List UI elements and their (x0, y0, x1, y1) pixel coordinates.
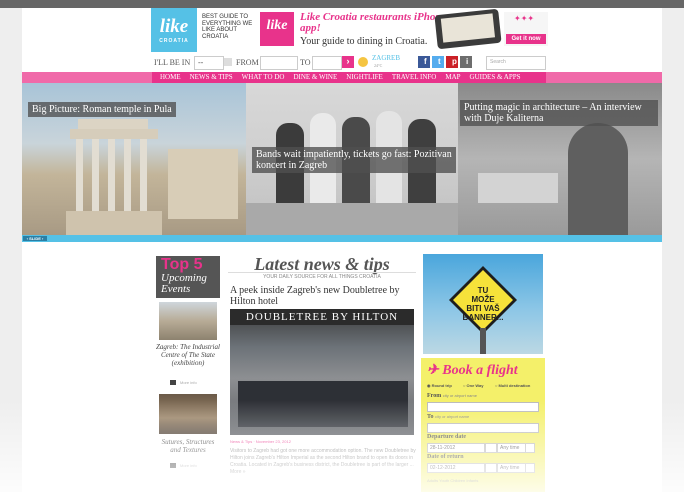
event-image-2[interactable] (159, 394, 217, 434)
facebook-icon[interactable]: f (418, 56, 430, 68)
ad-line-2: MOŽE (471, 295, 495, 304)
nav-item-dine-wine[interactable]: DINE & WINE (293, 72, 337, 83)
event-meta-2[interactable]: More info (180, 463, 197, 468)
hero-caption-3[interactable]: Putting magic in architecture – An inter… (460, 100, 658, 126)
latest-news-subheading: YOUR DAILY SOURCE FOR ALL THINGS CROATIA (228, 272, 416, 280)
sign-pole (480, 328, 486, 354)
departure-label: Departure date (427, 434, 467, 440)
departure-date-input[interactable]: 28-11-2012 (427, 443, 485, 453)
calendar-icon (170, 463, 176, 468)
get-it-button[interactable]: Get it now (506, 34, 546, 44)
nav-item-home[interactable]: HOME (160, 72, 181, 83)
banner-subtitle: Your guide to dining in Croatia. (300, 36, 428, 47)
top-shadow (0, 0, 684, 8)
site-tagline: BEST GUIDE TO EVERYTHING WE LIKE ABOUT C… (202, 14, 253, 40)
hero-caption-1[interactable]: Big Picture: Roman temple in Pula (28, 102, 176, 117)
event-title-2[interactable]: Sutures, Structures and Textures (156, 438, 220, 454)
search-placeholder: Search (490, 59, 506, 65)
calendar-icon (170, 380, 176, 385)
banner-title: Like Croatia restaurants iPhone app! (300, 11, 447, 34)
flight-from-input[interactable] (427, 402, 539, 412)
nav-item-guides[interactable]: GUIDES & APPS (470, 72, 521, 83)
chevron-down-icon[interactable] (525, 443, 535, 453)
event-meta-1[interactable]: More info (180, 380, 197, 385)
slider-bar (22, 235, 662, 242)
calendar-icon[interactable] (485, 463, 497, 473)
weather-sun-icon (358, 57, 368, 67)
hero-slide-band[interactable]: Bands wait impatiently, tickets go fast:… (246, 83, 458, 235)
multi-destination-radio[interactable]: ○ Multi destination (495, 383, 530, 388)
city-name[interactable]: ZAGREB (372, 54, 400, 62)
passenger-labels: Adults Youth Children Infants (427, 478, 479, 483)
logo-text: like (159, 16, 189, 37)
chevron-down-icon[interactable] (525, 463, 535, 473)
hero-slider: Big Picture: Roman temple in Pula Bands … (22, 83, 662, 235)
logo-subtext: CROATIA (159, 38, 189, 44)
from-label: FROM (236, 58, 259, 67)
event-image-1[interactable] (159, 302, 217, 340)
crowd-shape (238, 381, 408, 427)
to-label: TO (300, 58, 311, 67)
pinterest-icon[interactable]: p (446, 56, 458, 68)
flight-widget-title: ✈ Book a flight (427, 362, 518, 379)
departure-time-select[interactable]: Any time (497, 443, 527, 453)
dropdown-icon[interactable] (224, 58, 232, 66)
nav-item-map[interactable]: MAP (445, 72, 460, 83)
nav-item-what-to-do[interactable]: WHAT TO DO (242, 72, 285, 83)
event-title-1[interactable]: Zagreb: The Industrial Centre of The Sta… (156, 343, 220, 367)
ill-be-in-select[interactable]: -- (194, 56, 224, 70)
ad-line-4: BANNER... (462, 313, 504, 322)
hero-slide-pula[interactable]: Big Picture: Roman temple in Pula (22, 83, 246, 235)
return-time-select[interactable]: Any time (497, 463, 527, 473)
article-image[interactable]: DOUBLETREE BY HILTON (230, 309, 414, 435)
plane-icon: ✈ (427, 363, 439, 378)
round-trip-radio[interactable]: ◉ Round trip (427, 383, 452, 388)
nav-item-nightlife[interactable]: NIGHTLIFE (346, 72, 383, 83)
stars-icon: ✦✦✦ (514, 14, 535, 23)
article-excerpt: Visitors to Zagreb had got one more acco… (230, 448, 416, 475)
one-way-radio[interactable]: ○ One Way (463, 383, 484, 388)
to-field-label: To city or airport name (427, 414, 470, 420)
main-nav: HOME NEWS & TIPS WHAT TO DO DINE & WINE … (152, 72, 546, 83)
trip-search-row: I'LL BE IN -- FROM TO › ZAGREB 24°C f t … (150, 54, 546, 70)
ad-line-3: BITI VAŠ (466, 304, 500, 313)
flight-title-text: Book a flight (442, 363, 518, 378)
nav-item-news[interactable]: NEWS & TIPS (190, 72, 233, 83)
ill-be-in-label: I'LL BE IN (154, 58, 191, 67)
return-date-input[interactable]: 02-12-2012 (427, 463, 485, 473)
flight-to-input[interactable] (427, 423, 539, 433)
nav-item-travel-info[interactable]: TRAVEL INFO (392, 72, 437, 83)
return-label: Date of return (427, 454, 464, 460)
hero-caption-2[interactable]: Bands wait impatiently, tickets go fast:… (252, 147, 456, 173)
book-flight-widget: ✈ Book a flight ◉ Round trip ○ One Way ○… (421, 358, 545, 492)
from-field-label: From city or airport name (427, 393, 477, 399)
ad-text: TU MOŽE BITI VAŠ BANNER... (423, 286, 543, 322)
article-title[interactable]: A peek inside Zagreb's new Doubletree by… (230, 285, 416, 307)
instagram-icon[interactable]: i (460, 56, 472, 68)
banner-ad[interactable]: TU MOŽE BITI VAŠ BANNER... (423, 254, 543, 354)
city-temperature: 24°C (374, 63, 383, 68)
to-date-field[interactable] (312, 56, 342, 70)
phone-image (434, 8, 502, 50)
slider-control[interactable]: ‹ SLIDE › (23, 236, 47, 241)
site-logo[interactable]: like CROATIA (151, 8, 197, 52)
banner-logo: like (260, 12, 294, 46)
ill-be-in-value: -- (198, 58, 204, 67)
top5-subtitle: Upcoming Events (161, 272, 207, 295)
go-button[interactable]: › (342, 56, 354, 68)
hotel-sign: DOUBLETREE BY HILTON (230, 309, 414, 325)
article-meta: News & Tips · November 23, 2012 (230, 439, 291, 444)
twitter-icon[interactable]: t (432, 56, 444, 68)
ad-line-1: TU (477, 286, 489, 295)
search-input[interactable]: Search (486, 56, 546, 70)
calendar-icon[interactable] (485, 443, 497, 453)
top5-events-header: Top 5 Upcoming Events (156, 256, 220, 298)
app-banner[interactable]: like Like Croatia restaurants iPhone app… (258, 8, 548, 50)
hero-slide-architect[interactable]: Putting magic in architecture – An inter… (458, 83, 662, 235)
from-date-field[interactable] (260, 56, 298, 70)
